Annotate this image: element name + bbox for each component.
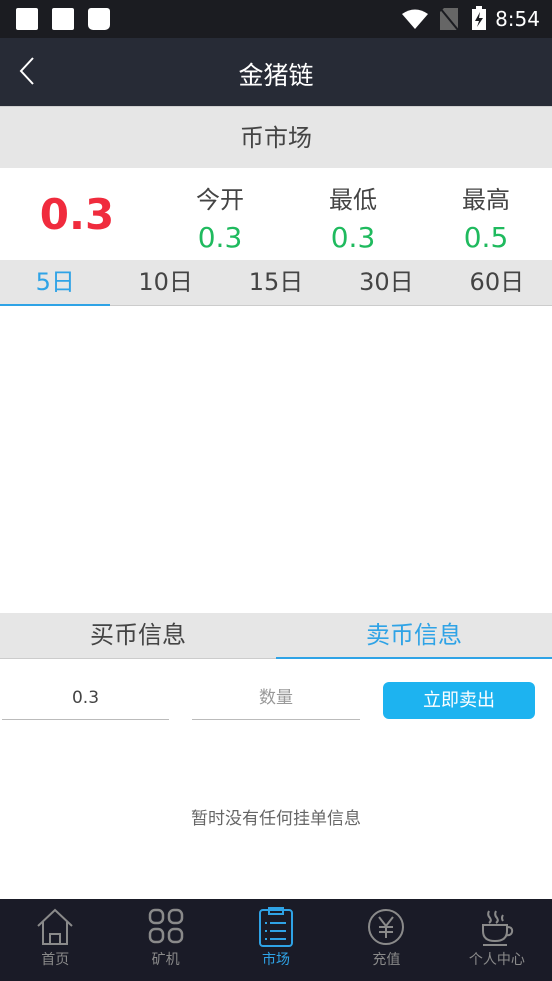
nav-label: 充值: [372, 952, 401, 968]
coffee-cup-icon: [481, 910, 513, 946]
grid-icon: [148, 908, 183, 944]
stat-high: 最高 0.5: [426, 180, 546, 254]
stat-value: 0.5: [463, 221, 509, 254]
empty-message: 暂时没有任何挂单信息: [191, 809, 361, 829]
nav-market[interactable]: 市场: [221, 899, 331, 981]
stat-label: 最高: [462, 186, 510, 214]
nav-recharge[interactable]: 充值: [331, 899, 441, 981]
tab-60d[interactable]: 60日: [442, 260, 552, 305]
quantity-input[interactable]: 数量: [192, 680, 360, 720]
stat-low: 最低 0.3: [293, 180, 413, 254]
tab-15d[interactable]: 15日: [221, 260, 331, 305]
tab-sell-info[interactable]: 卖币信息: [276, 613, 552, 659]
stat-value: 0.3: [330, 221, 376, 254]
app-header: 金猪链: [0, 38, 552, 106]
price-stats: 0.3 今开 0.3 最低 0.3 最高 0.5: [0, 168, 552, 260]
tab-5d[interactable]: 5日: [0, 260, 111, 306]
bag-icon: [88, 8, 110, 30]
stat-value: 0.3: [197, 221, 243, 254]
wifi-icon: [402, 9, 428, 29]
section-title: 币市场: [0, 106, 552, 168]
price-chart-area: [0, 306, 552, 613]
tab-30d[interactable]: 30日: [331, 260, 441, 305]
nav-label: 首页: [41, 952, 70, 968]
stat-label: 今开: [196, 186, 244, 214]
page-title: 金猪链: [238, 61, 314, 90]
nav-miner[interactable]: 矿机: [110, 899, 220, 981]
battery-charging-icon: [472, 6, 486, 30]
no-sim-icon: [440, 8, 458, 30]
notification-icon: [16, 8, 38, 30]
home-icon: [37, 908, 73, 945]
sell-now-button[interactable]: 立即卖出: [383, 682, 535, 719]
current-price: 0.3: [39, 190, 115, 239]
yen-circle-icon: [368, 909, 405, 945]
nav-label: 个人中心: [468, 952, 525, 968]
nav-label: 矿机: [151, 952, 180, 968]
nav-profile[interactable]: 个人中心: [442, 899, 552, 981]
stat-label: 最低: [329, 186, 377, 214]
notification-icon: [52, 8, 74, 30]
clock: 8:54: [495, 7, 540, 31]
tab-buy-info[interactable]: 买币信息: [0, 613, 276, 658]
nav-home[interactable]: 首页: [0, 899, 110, 981]
stat-open: 今开 0.3: [160, 180, 280, 254]
trade-tabs: 买币信息 卖币信息: [0, 613, 552, 659]
nav-label: 市场: [262, 952, 291, 968]
price-input[interactable]: 0.3: [2, 680, 169, 720]
tab-10d[interactable]: 10日: [110, 260, 220, 305]
bottom-nav: 首页 矿机 市场 充值 个人中心: [0, 899, 552, 981]
status-bar: 8:54: [0, 0, 552, 38]
period-tabs: 5日 10日 15日 30日 60日: [0, 260, 552, 306]
clipboard-list-icon: [259, 907, 294, 947]
